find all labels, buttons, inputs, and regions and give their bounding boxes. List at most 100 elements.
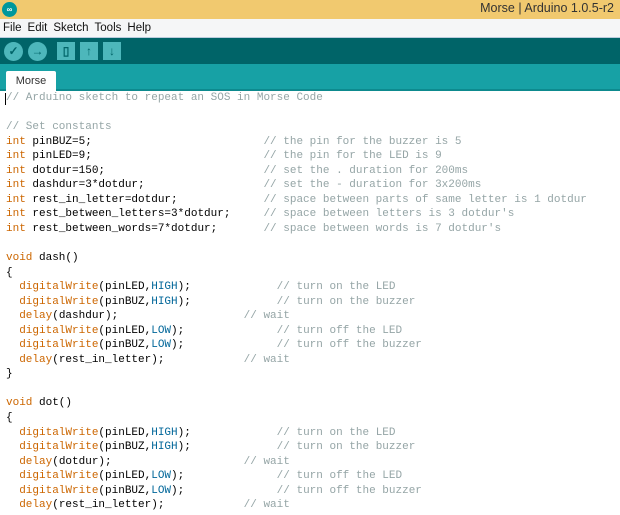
menu-tools[interactable]: Tools [95,22,122,34]
code-line: delay(dashdur); // wait [6,309,620,324]
code-comment: // Arduino sketch to repeat an SOS in Mo… [6,92,323,104]
code-line: int dashdur=3*dotdur; // set the - durat… [6,178,620,193]
code-text: (pinLED, [98,470,152,483]
code-constant: LOW [151,324,172,337]
code-text: rest_between_letters=3*dotdur; [25,208,264,221]
code-line: digitalWrite(pinLED,HIGH); // turn on th… [6,426,620,441]
code-comment: // turn off the LED [276,470,403,483]
code-keyword: int [6,208,26,221]
code-line: int rest_in_letter=dotdur; // space betw… [6,193,620,208]
code-line: digitalWrite(pinBUZ,LOW); // turn off th… [6,338,620,353]
code-line: // Arduino sketch to repeat an SOS in Mo… [6,91,620,106]
code-constant: LOW [151,339,172,352]
code-text: dash() [32,252,79,265]
new-button[interactable]: ▯ [57,42,75,60]
code-line: digitalWrite(pinLED,LOW); // turn off th… [6,324,620,339]
code-function-name: digitalWrite [19,281,99,294]
code-text: ); [171,484,277,497]
menu-edit[interactable]: Edit [28,22,48,34]
menu-help[interactable]: Help [127,22,151,34]
code-function-name: digitalWrite [19,324,99,337]
code-constant: LOW [151,484,172,497]
verify-button[interactable]: ✓ [4,42,23,61]
code-line: { [6,266,620,281]
code-line: delay(rest_in_letter); // wait [6,498,620,513]
code-function-name: digitalWrite [19,339,99,352]
code-line: } [6,367,620,382]
code-comment: // Set constants [6,121,112,134]
code-constant: HIGH [151,295,178,308]
code-line: // Set constants [6,120,620,135]
code-line: void dot() [6,396,620,411]
code-text: (dashdur); [52,310,244,323]
code-line: digitalWrite(pinBUZ,LOW); // turn off th… [6,484,620,499]
code-text: ); [171,339,277,352]
code-constant: HIGH [151,441,178,454]
code-function-name: delay [19,499,53,512]
code-comment: // set the . duration for 200ms [263,164,469,177]
code-text: dashdur=3*dotdur; [25,179,264,192]
text-cursor [5,93,6,105]
save-button[interactable]: ↓ [103,42,121,60]
code-line: int pinLED=9; // the pin for the LED is … [6,149,620,164]
code-line: int rest_between_words=7*dotdur; // spac… [6,222,620,237]
code-text: (pinLED, [98,426,152,439]
menu-file[interactable]: File [3,22,22,34]
code-text: (dotdur); [52,455,244,468]
code-comment: // turn on the buzzer [276,295,416,308]
code-text: (pinBUZ, [98,484,152,497]
code-comment: // wait [243,353,290,366]
code-function-name: delay [19,353,53,366]
code-keyword: int [6,222,26,235]
code-line: digitalWrite(pinLED,LOW); // turn off th… [6,469,620,484]
code-text: ); [177,441,277,454]
code-line: { [6,411,620,426]
tab-bar: Morse [0,64,620,91]
code-text: (pinBUZ, [98,441,152,454]
code-keyword: void [6,252,33,265]
open-button[interactable]: ↑ [80,42,98,60]
upload-button[interactable]: → [28,42,47,61]
code-comment: // turn on the LED [276,426,396,439]
code-text: (rest_in_letter); [52,353,244,366]
code-text: (pinBUZ, [98,295,152,308]
code-line: digitalWrite(pinBUZ,HIGH); // turn on th… [6,440,620,455]
menu-sketch[interactable]: Sketch [53,22,88,34]
code-function-name: digitalWrite [19,295,99,308]
code-constant: LOW [151,470,172,483]
code-keyword: int [6,150,26,163]
arrow-down-icon: ↓ [109,44,115,58]
code-comment: // turn on the buzzer [276,441,416,454]
code-text: ); [177,426,277,439]
code-comment: // wait [243,455,290,468]
code-keyword: int [6,193,26,206]
code-comment: // wait [243,310,290,323]
code-comment: // space between words is 7 dotdur's [263,222,502,235]
code-keyword: void [6,397,33,410]
code-editor[interactable]: // Arduino sketch to repeat an SOS in Mo… [6,91,620,513]
tab-morse[interactable]: Morse [6,71,56,91]
code-function-name: digitalWrite [19,470,99,483]
code-line: delay(rest_in_letter); // wait [6,353,620,368]
code-keyword: int [6,135,26,148]
check-icon: ✓ [8,44,19,58]
code-text: (rest_in_letter); [52,499,244,512]
code-text: { [6,266,13,279]
new-file-icon: ▯ [62,44,70,58]
code-function-name: delay [19,455,53,468]
code-function-name: digitalWrite [19,441,99,454]
code-text: dotdur=150; [25,164,264,177]
code-text: (pinLED, [98,281,152,294]
code-line: digitalWrite(pinBUZ,HIGH); // turn on th… [6,295,620,310]
code-comment: // turn off the LED [276,324,403,337]
arduino-logo-icon: ∞ [2,2,17,17]
code-text: (pinBUZ, [98,339,152,352]
code-text: pinBUZ=5; [25,135,264,148]
code-function-name: digitalWrite [19,426,99,439]
window-title: Morse | Arduino 1.0.5-r2 [480,1,614,15]
